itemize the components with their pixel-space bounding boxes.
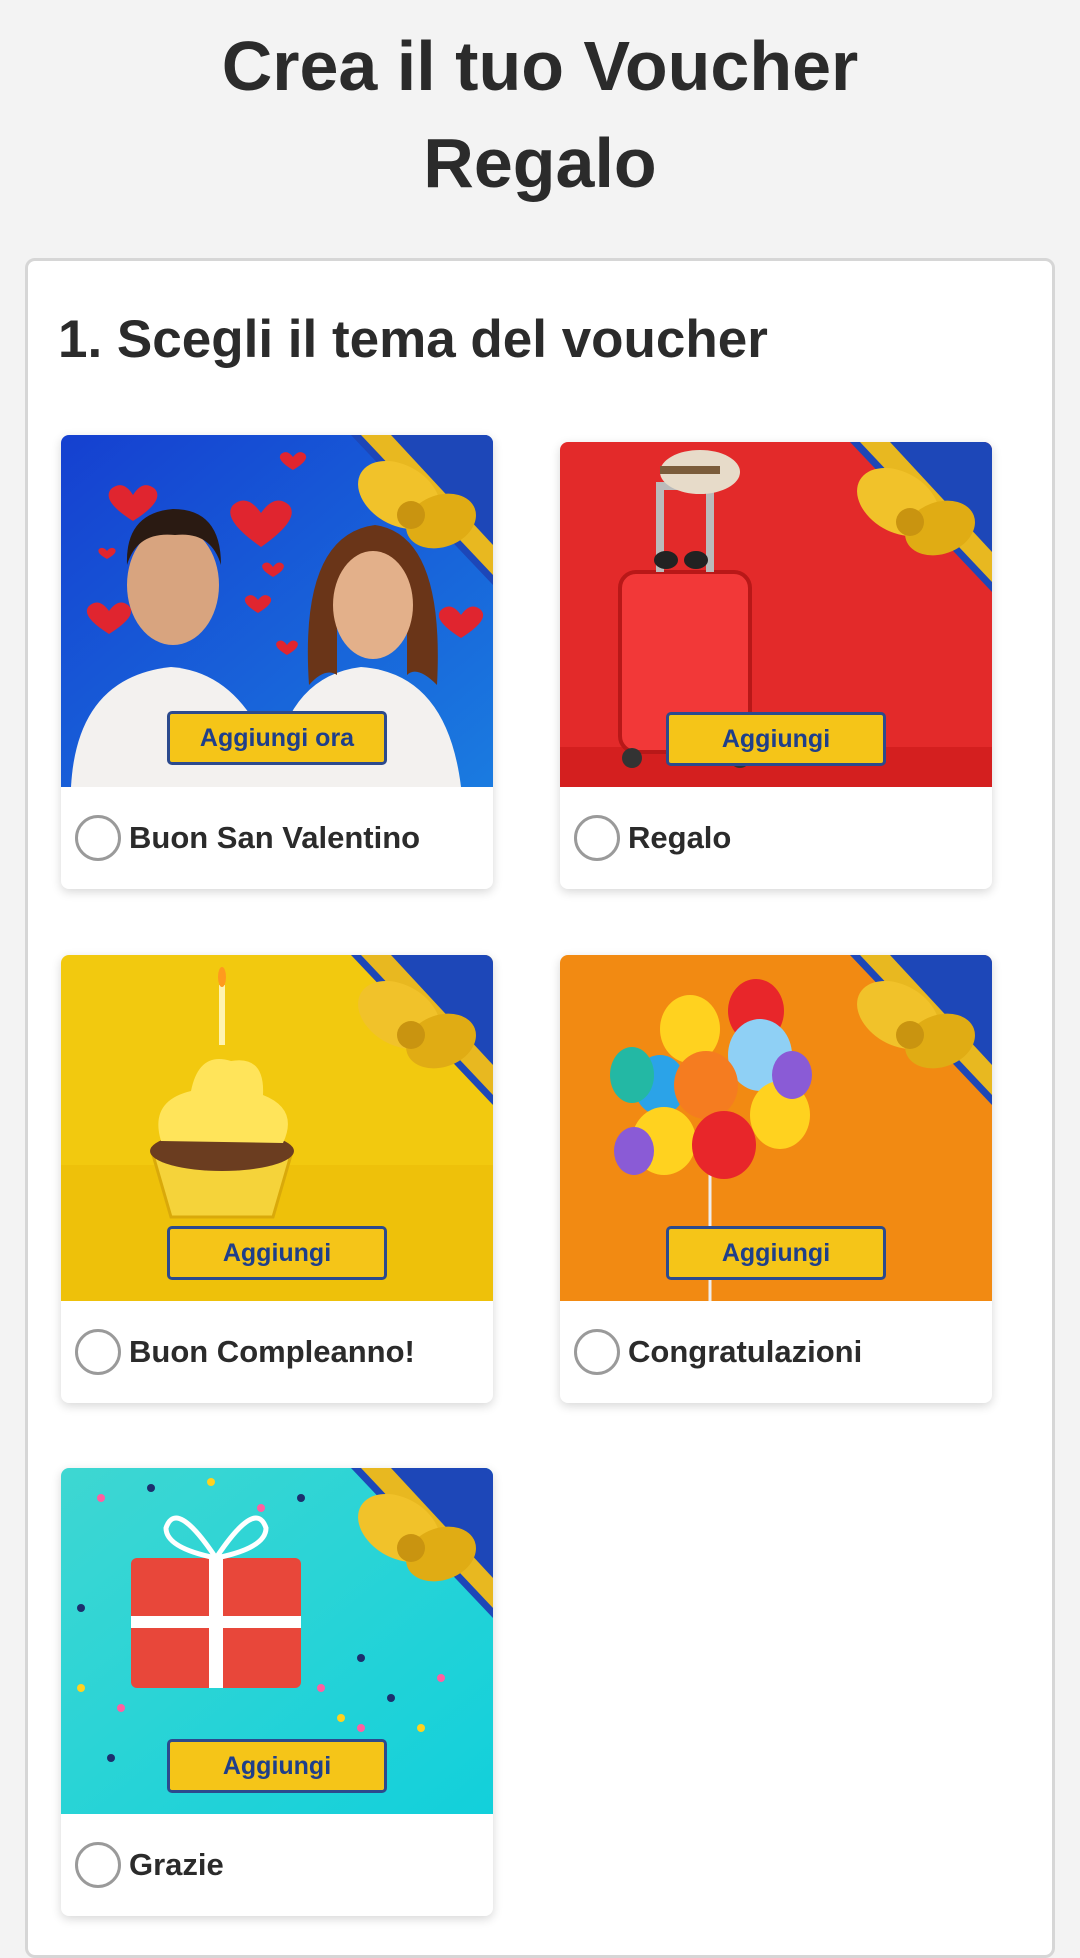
theme-label-compleanno: Buon Compleanno! [129,1334,415,1369]
theme-label-regalo: Regalo [628,820,732,855]
theme-image-congratulazioni: Aggiungi [560,955,992,1301]
radio-grazie[interactable] [75,1842,121,1888]
theme-image-compleanno: Aggiungi [61,955,493,1301]
theme-label-valentine: Buon San Valentino [129,820,421,855]
section-title: 1. Scegli il tema del voucher [58,310,768,369]
theme-card-congratulazioni[interactable]: Aggiungi Congratulazioni [560,955,992,1403]
add-compleanno-button[interactable]: Aggiungi [167,1226,387,1280]
page-title-line-1: Crea il tuo Voucher [221,27,859,105]
theme-image-regalo: Aggiungi [560,442,992,787]
radio-valentine[interactable] [75,815,121,861]
add-valentine-button[interactable]: Aggiungi ora [167,711,387,765]
page-title-line-2: Regalo [423,124,657,202]
theme-image-valentine: Aggiungi ora [61,435,493,787]
theme-label-congratulazioni: Congratulazioni [628,1334,863,1369]
theme-card-grazie[interactable]: Aggiungi Grazie [61,1468,493,1916]
radio-regalo[interactable] [574,815,620,861]
theme-card-regalo[interactable]: Aggiungi Regalo [560,442,992,889]
add-regalo-button[interactable]: Aggiungi [666,712,886,766]
add-congratulazioni-button[interactable]: Aggiungi [666,1226,886,1280]
theme-card-compleanno[interactable]: Aggiungi Buon Compleanno! [61,955,493,1403]
theme-label-grazie: Grazie [129,1847,224,1882]
theme-image-grazie: Aggiungi [61,1468,493,1814]
add-grazie-button[interactable]: Aggiungi [167,1739,387,1793]
radio-compleanno[interactable] [75,1329,121,1375]
radio-congratulazioni[interactable] [574,1329,620,1375]
page-title: Crea il tuo Voucher Regalo [0,18,1080,212]
theme-card-valentine[interactable]: Aggiungi ora Buon San Valentino [61,435,493,889]
